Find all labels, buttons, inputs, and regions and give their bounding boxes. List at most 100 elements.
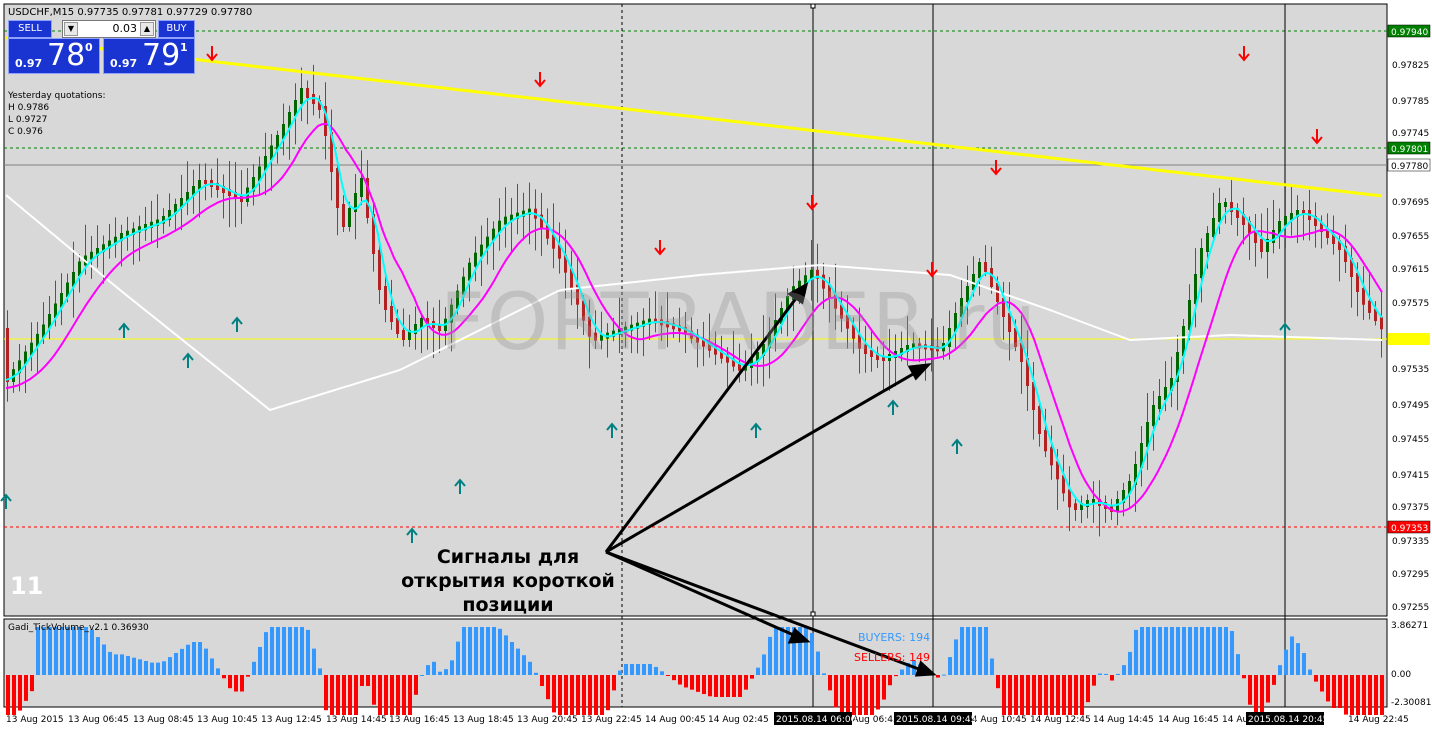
candle-body	[1362, 288, 1365, 305]
volume-bar	[486, 627, 490, 675]
volume-bar	[72, 627, 76, 675]
volume-bar	[300, 627, 304, 675]
volume-bar	[264, 632, 268, 675]
volume-bar	[522, 655, 526, 675]
volume-bar	[822, 673, 826, 675]
marker-handle-top[interactable]	[810, 3, 816, 9]
volume-up-icon[interactable]: ▲	[140, 22, 154, 36]
buy-button[interactable]: BUY	[158, 20, 195, 38]
price-axis-label: 0.97455	[1392, 435, 1429, 445]
volume-bar	[510, 642, 514, 675]
volume-bar	[102, 644, 106, 675]
volume-bar	[84, 627, 88, 675]
candle-body	[378, 250, 381, 290]
volume-bar	[966, 627, 970, 675]
volume-bar	[972, 627, 976, 675]
volume-bar	[216, 668, 220, 675]
volume-bar	[444, 669, 448, 675]
volume-bar	[1278, 665, 1282, 675]
volume-bar	[810, 633, 814, 675]
volume-bar	[36, 627, 40, 675]
price-axis-label: 0.97335	[1392, 537, 1429, 547]
volume-bar	[942, 674, 946, 676]
volume-bar	[1212, 627, 1216, 675]
volume-stepper[interactable]: ▼ 0.03 ▲	[62, 20, 156, 38]
chart-header: USDCHF,M15 0.97735 0.97781 0.97729 0.977…	[8, 7, 252, 18]
volume-bar	[696, 675, 700, 692]
volume-bar	[540, 675, 544, 686]
volume-bar	[336, 675, 340, 715]
volume-bar	[480, 627, 484, 675]
candle-body	[390, 306, 393, 322]
quotes-high: H 0.9786	[8, 103, 50, 113]
volume-bar	[1374, 675, 1378, 715]
volume-bar	[852, 675, 856, 715]
volume-bar	[1248, 675, 1252, 705]
bar-counter: 11	[10, 572, 44, 600]
volume-bar	[498, 628, 502, 675]
quotes-low: L 0.9727	[8, 115, 48, 125]
volume-bar	[864, 675, 868, 715]
candle-body	[342, 204, 345, 227]
volume-down-icon[interactable]: ▼	[64, 22, 78, 36]
time-marker-label: 2015.08.14 06:00	[776, 715, 857, 725]
volume-bar	[462, 627, 466, 675]
volume-bar	[996, 675, 1000, 689]
volume-bar	[1044, 675, 1048, 715]
volume-bar	[1170, 627, 1174, 675]
sell-price-button[interactable]: 0.97 78 0	[8, 38, 100, 74]
candle-body	[1050, 447, 1053, 466]
volume-bar	[1320, 675, 1324, 692]
volume-bar	[114, 654, 118, 675]
indicator-scale-top: 3.86271	[1391, 621, 1428, 631]
candle-body	[1368, 300, 1371, 313]
time-axis-label: 14 Aug 12:45	[1030, 715, 1091, 725]
volume-bar	[1338, 675, 1342, 708]
volume-bar	[1116, 673, 1120, 675]
volume-bar	[384, 675, 388, 715]
volume-bar	[1146, 627, 1150, 675]
volume-bar	[270, 627, 274, 675]
volume-bar	[804, 627, 808, 675]
candle-body	[1158, 396, 1161, 409]
volume-bar	[1272, 675, 1276, 685]
volume-bar	[234, 675, 238, 692]
volume-bar	[1206, 627, 1210, 675]
volume-bar	[858, 675, 862, 715]
volume-bar	[174, 653, 178, 675]
volume-bar	[354, 675, 358, 715]
volume-bar	[1062, 675, 1066, 715]
volume-bar	[180, 648, 184, 675]
volume-bar	[372, 675, 376, 705]
volume-bar	[1350, 675, 1354, 715]
volume-bar	[720, 675, 724, 697]
volume-bar	[1200, 627, 1204, 675]
volume-bar	[1158, 627, 1162, 675]
volume-bar	[528, 661, 532, 675]
annotation-text: Сигналы для открытия короткой позиции	[388, 545, 628, 617]
pivot-tag	[1388, 333, 1430, 345]
buy-price-button[interactable]: 0.97 79 1	[103, 38, 195, 74]
volume-bar	[1218, 627, 1222, 675]
volume-bar	[198, 642, 202, 675]
sell-price-prefix: 0.97	[15, 57, 43, 70]
candle-body	[1224, 202, 1227, 207]
price-level-label: 0.97801	[1391, 145, 1428, 155]
price-axis-label: 0.97575	[1392, 299, 1429, 309]
volume-bar	[516, 648, 520, 675]
volume-bar	[450, 660, 454, 675]
time-axis-label: 14 Aug 22:45	[1348, 715, 1409, 725]
volume-bar	[78, 627, 82, 675]
volume-bar	[504, 635, 508, 675]
price-axis-label: 0.97375	[1392, 503, 1429, 513]
volume-value[interactable]: 0.03	[81, 22, 138, 36]
volume-bar	[630, 664, 634, 675]
price-axis-label: 0.97695	[1392, 198, 1429, 208]
volume-bar	[648, 664, 652, 675]
sell-button[interactable]: SELL	[8, 20, 52, 38]
volume-bar	[1254, 675, 1258, 715]
volume-bar	[282, 627, 286, 675]
volume-bar	[726, 675, 730, 697]
volume-bar	[432, 661, 436, 675]
marker-handle-bottom[interactable]	[810, 611, 816, 617]
